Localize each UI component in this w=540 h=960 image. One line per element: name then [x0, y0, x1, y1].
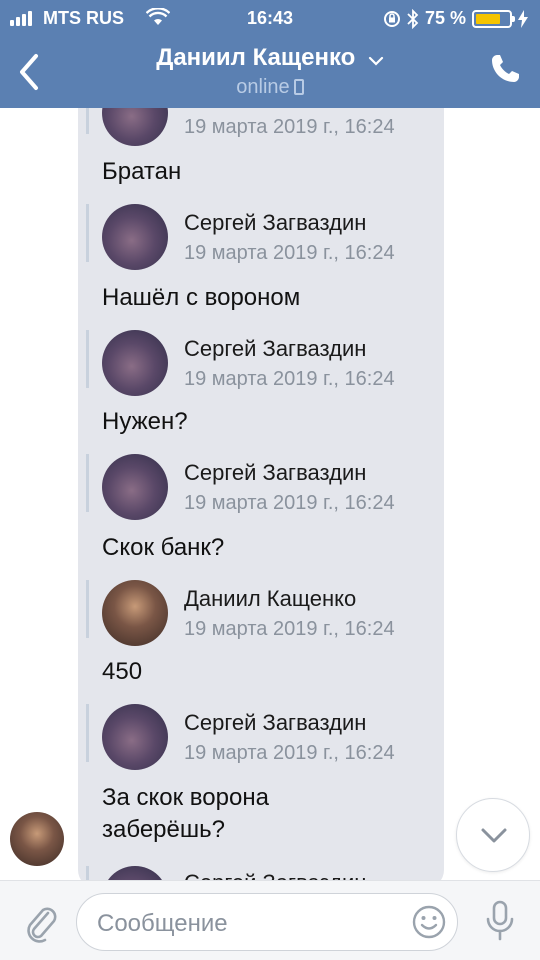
chevron-down-icon [481, 828, 507, 843]
microphone-icon[interactable] [482, 899, 518, 943]
conversation-title[interactable]: Даниил Кащенко online [0, 44, 540, 99]
message-text: Братан [102, 158, 182, 185]
phone-icon[interactable] [488, 52, 522, 86]
composer-bar: Сообщение [0, 880, 540, 960]
message-date: 19 марта 2019 г., 16:24 [184, 618, 395, 640]
forward-line [86, 204, 89, 262]
avatar[interactable] [102, 704, 168, 770]
message-date: 19 марта 2019 г., 16:24 [184, 242, 395, 264]
avatar[interactable] [102, 454, 168, 520]
scroll-to-bottom-button[interactable] [456, 798, 530, 872]
avatar[interactable] [102, 204, 168, 270]
forward-line [86, 108, 89, 134]
message-input-placeholder: Сообщение [97, 910, 228, 937]
author-name[interactable]: Сергей Загваздин [184, 460, 366, 486]
battery-icon [472, 9, 515, 28]
forward-line [86, 704, 89, 762]
chat-header: MTS RUS 16:43 75 % Даниил Кащенко online [0, 0, 540, 108]
author-name[interactable]: Сергей Загваздин [184, 710, 366, 736]
forward-line [86, 866, 89, 880]
message-date: 19 марта 2019 г., 16:24 [184, 742, 395, 764]
message-input[interactable]: Сообщение [76, 893, 458, 951]
chevron-down-icon[interactable] [368, 56, 384, 66]
rotation-lock-icon [383, 10, 400, 27]
avatar[interactable] [102, 580, 168, 646]
message-date: 19 марта 2019 г., 16:24 [184, 116, 395, 138]
forward-line [86, 454, 89, 512]
bluetooth-icon [407, 8, 419, 29]
forward-line [86, 580, 89, 638]
sender-avatar[interactable] [10, 812, 64, 866]
author-name[interactable]: Сергей Загваздин [184, 336, 366, 362]
online-status: online [0, 76, 540, 99]
emoji-icon[interactable] [411, 904, 447, 940]
attach-paperclip-icon[interactable] [22, 899, 58, 943]
status-right: 75 % [383, 8, 528, 29]
message-list[interactable]: 19 марта 2019 г., 16:24 Братан Сергей За… [0, 108, 540, 880]
mobile-device-icon [293, 79, 304, 95]
forward-line [86, 330, 89, 388]
online-label: online [236, 76, 290, 98]
message-date: 19 марта 2019 г., 16:24 [184, 492, 395, 514]
status-bar: MTS RUS 16:43 75 % [0, 0, 540, 36]
charging-icon [518, 9, 528, 28]
author-name[interactable]: Даниил Кащенко [184, 586, 356, 612]
contact-name[interactable]: Даниил Кащенко [156, 44, 355, 72]
battery-percent: 75 % [424, 8, 466, 28]
message-text: За скок ворона заберёшь? [102, 784, 269, 843]
avatar[interactable] [102, 330, 168, 396]
message-text: Скок банк? [102, 534, 225, 561]
author-name[interactable]: Сергей Загваздин [184, 870, 366, 880]
message-date: 19 марта 2019 г., 16:24 [184, 368, 395, 390]
message-text: 450 [102, 658, 143, 685]
message-text: Нашёл с вороном [102, 284, 301, 311]
author-name[interactable]: Сергей Загваздин [184, 210, 366, 236]
message-text: Нужен? [102, 408, 188, 435]
